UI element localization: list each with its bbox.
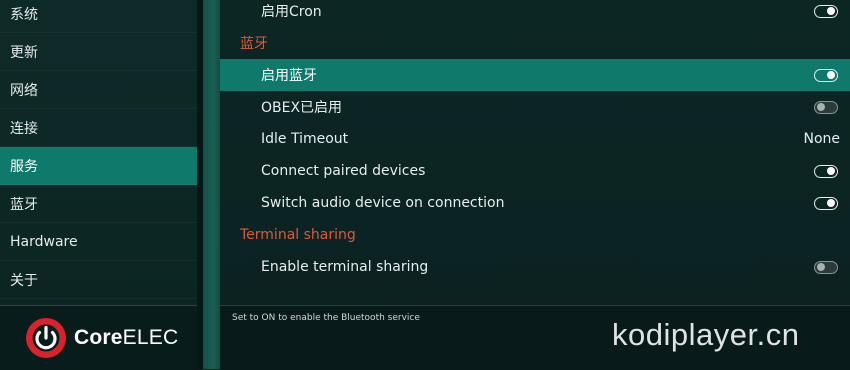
setting-label: Connect paired devices <box>261 163 426 179</box>
setting-label: OBEX已启用 <box>261 100 343 116</box>
logo-text-regular: ELEC <box>122 326 179 349</box>
toggle-switch[interactable] <box>814 260 838 274</box>
sidebar-item-label: 服务 <box>10 158 38 175</box>
setting-description: Set to ON to enable the Bluetooth servic… <box>232 313 420 323</box>
setting-value: None <box>803 131 840 147</box>
section-header-terminal-sharing: Terminal sharing <box>240 227 356 243</box>
toggle-knob <box>827 199 835 207</box>
setting-label: 启用Cron <box>261 4 322 20</box>
sidebar-item-label: 关于 <box>10 272 38 289</box>
power-icon <box>26 318 66 358</box>
sidebar-item-updates[interactable]: 更新 <box>0 33 197 71</box>
setting-enable-cron[interactable]: 启用Cron <box>220 0 850 27</box>
setting-switch-audio-device[interactable]: Switch audio device on connection <box>220 187 850 219</box>
sidebar-item-system[interactable]: 系统 <box>0 0 197 33</box>
sidebar-item-about[interactable]: 关于 <box>0 261 197 299</box>
toggle-knob <box>827 167 835 175</box>
setting-label: Enable terminal sharing <box>261 259 429 275</box>
sidebar-item-label: Hardware <box>10 233 78 250</box>
toggle-knob <box>827 71 835 79</box>
toggle-switch[interactable] <box>814 100 838 114</box>
toggle-switch[interactable] <box>814 4 838 18</box>
panel-divider-accent <box>203 0 220 369</box>
toggle-switch[interactable] <box>814 164 838 178</box>
sidebar-item-label: 连接 <box>10 120 38 137</box>
sidebar-item-label: 更新 <box>10 44 38 61</box>
sidebar-item-label: 蓝牙 <box>10 196 38 213</box>
sidebar-item-connections[interactable]: 连接 <box>0 109 197 147</box>
settings-list: 启用Cron 蓝牙 启用蓝牙 OBEX已启用 Idle Timeout None… <box>220 0 850 305</box>
setting-enable-bluetooth[interactable]: 启用蓝牙 <box>220 59 850 91</box>
sidebar-item-services[interactable]: 服务 <box>0 147 197 185</box>
watermark: kodiplayer.cn <box>612 317 800 352</box>
toggle-knob <box>817 263 825 271</box>
setting-obex-enabled[interactable]: OBEX已启用 <box>220 91 850 123</box>
setting-connect-paired-devices[interactable]: Connect paired devices <box>220 155 850 187</box>
setting-label: Switch audio device on connection <box>261 195 505 211</box>
setting-enable-terminal-sharing[interactable]: Enable terminal sharing <box>220 251 850 283</box>
setting-label: Idle Timeout <box>261 131 349 147</box>
toggle-switch[interactable] <box>814 196 838 210</box>
sidebar-item-hardware[interactable]: Hardware <box>0 223 197 261</box>
setting-idle-timeout[interactable]: Idle Timeout None <box>220 123 850 155</box>
sidebar-item-network[interactable]: 网络 <box>0 71 197 109</box>
sidebar: 系统 更新 网络 连接 服务 蓝牙 Hardware 关于 <box>0 0 197 305</box>
section-header-bluetooth: 蓝牙 <box>240 36 268 52</box>
sidebar-item-bluetooth[interactable]: 蓝牙 <box>0 185 197 223</box>
setting-label: 启用蓝牙 <box>261 68 317 84</box>
corelec-logo-text: CoreELEC <box>74 326 178 350</box>
toggle-knob <box>827 7 835 15</box>
logo-text-bold: Core <box>74 326 123 349</box>
toggle-knob <box>817 103 825 111</box>
sidebar-item-label: 网络 <box>10 82 38 99</box>
toggle-switch[interactable] <box>814 68 838 82</box>
sidebar-item-label: 系统 <box>10 6 38 23</box>
